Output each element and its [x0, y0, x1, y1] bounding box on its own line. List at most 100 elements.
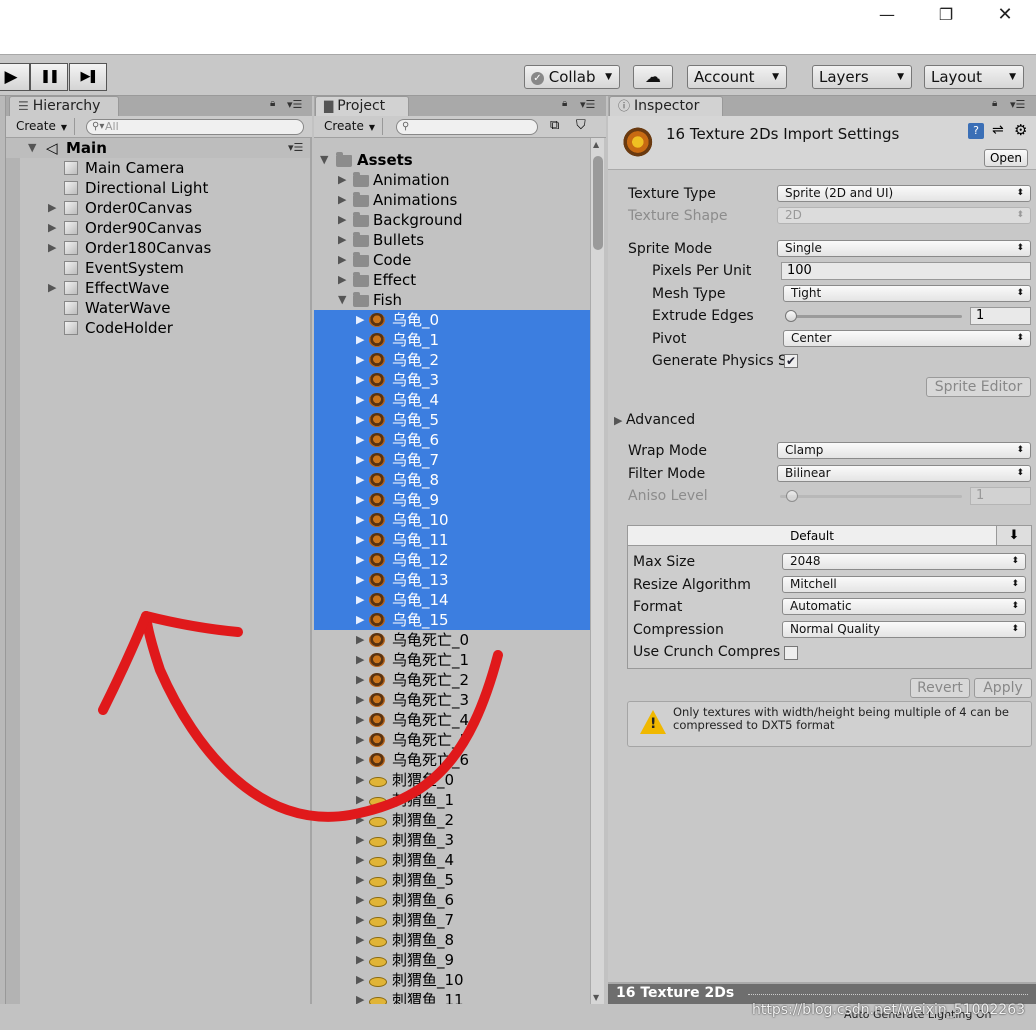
minimize-button[interactable]: —	[865, 4, 909, 26]
layers-dropdown[interactable]: Layers ▼	[812, 65, 912, 89]
hierarchy-item[interactable]: Main Camera	[6, 158, 312, 178]
chevron-right-icon[interactable]: ▶	[356, 690, 364, 710]
project-search-input[interactable]: ⚲	[396, 119, 538, 135]
hierarchy-item[interactable]: ▶ Order90Canvas	[6, 218, 312, 238]
restore-button[interactable]: ❐	[924, 4, 968, 26]
scroll-thumb[interactable]	[593, 156, 603, 250]
folder-row[interactable]: ▶ Animation	[314, 170, 590, 190]
max-size-dropdown[interactable]: 2048 ⬍	[782, 553, 1026, 570]
chevron-right-icon[interactable]: ▶	[356, 810, 364, 830]
advanced-foldout[interactable]: ▶ Advanced	[614, 411, 695, 430]
help-book-icon[interactable]: ?	[968, 123, 984, 139]
folder-row[interactable]: ▶ Bullets	[314, 230, 590, 250]
chevron-right-icon[interactable]: ▶	[356, 630, 364, 650]
lock-icon[interactable]: 🔒︎	[992, 98, 997, 109]
crunch-checkbox[interactable]	[784, 646, 798, 660]
apply-button[interactable]: Apply	[974, 678, 1032, 698]
chevron-right-icon[interactable]: ▶	[356, 370, 364, 390]
lock-icon[interactable]: 🔒︎	[562, 98, 567, 109]
chevron-right-icon[interactable]: ▶	[338, 170, 346, 190]
sprite-asset-row[interactable]: ▶ 乌龟_15	[314, 610, 590, 630]
project-scrollbar[interactable]: ▲ ▼	[590, 138, 604, 1004]
sprite-asset-row[interactable]: ▶ 乌龟_4	[314, 390, 590, 410]
pivot-dropdown[interactable]: Center ⬍	[783, 330, 1031, 347]
chevron-right-icon[interactable]: ▶	[356, 830, 364, 850]
sprite-asset-row[interactable]: ▶ 刺猬鱼_9	[314, 950, 590, 970]
chevron-right-icon[interactable]: ▶	[356, 610, 364, 630]
filter-mode-dropdown[interactable]: Bilinear ⬍	[777, 465, 1031, 482]
chevron-right-icon[interactable]: ▶	[356, 350, 364, 370]
account-dropdown[interactable]: Account ▼	[687, 65, 787, 89]
project-create-button[interactable]: Create ▼	[317, 118, 383, 135]
pixels-per-unit-field[interactable]: 100	[781, 262, 1031, 280]
sprite-asset-row[interactable]: ▶ 乌龟_3	[314, 370, 590, 390]
compression-dropdown[interactable]: Normal Quality ⬍	[782, 621, 1026, 638]
chevron-right-icon[interactable]: ▶	[356, 750, 364, 770]
chevron-right-icon[interactable]: ▶	[356, 410, 364, 430]
chevron-right-icon[interactable]: ▶	[356, 850, 364, 870]
texture-type-dropdown[interactable]: Sprite (2D and UI) ⬍	[777, 185, 1031, 202]
sprite-asset-row[interactable]: ▶ 刺猬鱼_3	[314, 830, 590, 850]
chevron-right-icon[interactable]: ▶	[356, 930, 364, 950]
chevron-right-icon[interactable]: ▶	[356, 470, 364, 490]
sprite-asset-row[interactable]: ▶ 乌龟_12	[314, 550, 590, 570]
chevron-right-icon[interactable]: ▶	[356, 790, 364, 810]
chevron-right-icon[interactable]: ▶	[356, 590, 364, 610]
folder-row[interactable]: ▶ Background	[314, 210, 590, 230]
extrude-edges-slider-track[interactable]	[786, 315, 962, 318]
chevron-right-icon[interactable]: ▶	[338, 190, 346, 210]
sprite-asset-row[interactable]: ▶ 乌龟_10	[314, 510, 590, 530]
tab-hierarchy[interactable]: ☰ Hierarchy	[9, 96, 119, 116]
scroll-down-icon[interactable]: ▼	[593, 993, 599, 1002]
chevron-right-icon[interactable]: ▶	[48, 198, 56, 218]
mesh-type-dropdown[interactable]: Tight ⬍	[783, 285, 1031, 302]
sprite-asset-row[interactable]: ▶ 乌龟死亡_4	[314, 710, 590, 730]
preset-icon[interactable]: ⇌	[992, 122, 1004, 138]
hierarchy-item[interactable]: EventSystem	[6, 258, 312, 278]
sprite-asset-row[interactable]: ▶ 乌龟死亡_3	[314, 690, 590, 710]
sprite-asset-row[interactable]: ▶ 乌龟_9	[314, 490, 590, 510]
chevron-right-icon[interactable]: ▶	[48, 278, 56, 298]
sprite-asset-row[interactable]: ▶ 刺猬鱼_10	[314, 970, 590, 990]
extrude-edges-field[interactable]: 1	[970, 307, 1031, 325]
chevron-right-icon[interactable]: ▶	[356, 570, 364, 590]
chevron-right-icon[interactable]: ▶	[356, 510, 364, 530]
filter-by-label-icon[interactable]: ⛉	[576, 118, 586, 133]
resize-algorithm-dropdown[interactable]: Mitchell ⬍	[782, 576, 1026, 593]
download-icon[interactable]: ⬇	[996, 526, 1031, 546]
chevron-right-icon[interactable]: ▶	[356, 990, 364, 1004]
chevron-right-icon[interactable]: ▶	[356, 890, 364, 910]
chevron-right-icon[interactable]: ▶	[338, 270, 346, 290]
chevron-right-icon[interactable]: ▶	[356, 310, 364, 330]
collab-dropdown[interactable]: ✓ Collab ▼	[524, 65, 620, 89]
chevron-right-icon[interactable]: ▶	[356, 970, 364, 990]
play-button[interactable]: ▶	[0, 63, 30, 91]
sprite-asset-row[interactable]: ▶ 乌龟_13	[314, 570, 590, 590]
chevron-down-icon[interactable]: ▼	[320, 150, 328, 170]
sprite-asset-row[interactable]: ▶ 刺猬鱼_4	[314, 850, 590, 870]
tab-project[interactable]: ▇ Project	[315, 96, 409, 116]
hierarchy-item[interactable]: WaterWave	[6, 298, 312, 318]
layout-dropdown[interactable]: Layout ▼	[924, 65, 1024, 89]
panel-menu-icon[interactable]: ▾☰	[1010, 98, 1025, 111]
chevron-right-icon[interactable]: ▶	[356, 910, 364, 930]
chevron-right-icon[interactable]: ▶	[338, 230, 346, 250]
chevron-right-icon[interactable]: ▶	[356, 730, 364, 750]
sprite-asset-row[interactable]: ▶ 乌龟_14	[314, 590, 590, 610]
chevron-right-icon[interactable]: ▶	[356, 450, 364, 470]
hierarchy-create-button[interactable]: Create ▼	[9, 118, 75, 135]
sprite-asset-row[interactable]: ▶ 刺猬鱼_1	[314, 790, 590, 810]
chevron-right-icon[interactable]: ▶	[356, 870, 364, 890]
sprite-asset-row[interactable]: ▶ 刺猬鱼_0	[314, 770, 590, 790]
chevron-right-icon[interactable]: ▶	[356, 650, 364, 670]
tab-inspector[interactable]: ⓘ Inspector	[609, 96, 723, 116]
filter-by-type-icon[interactable]: ⧉	[550, 118, 559, 133]
preview-bar[interactable]: 16 Texture 2Ds	[608, 982, 1036, 1004]
scroll-up-icon[interactable]: ▲	[593, 140, 599, 149]
folder-row[interactable]: ▶ Animations	[314, 190, 590, 210]
sprite-asset-row[interactable]: ▶ 刺猬鱼_2	[314, 810, 590, 830]
wrap-mode-dropdown[interactable]: Clamp ⬍	[777, 442, 1031, 459]
sprite-asset-row[interactable]: ▶ 乌龟死亡_1	[314, 650, 590, 670]
hierarchy-item[interactable]: ▶ Order0Canvas	[6, 198, 312, 218]
sprite-asset-row[interactable]: ▶ 乌龟_8	[314, 470, 590, 490]
